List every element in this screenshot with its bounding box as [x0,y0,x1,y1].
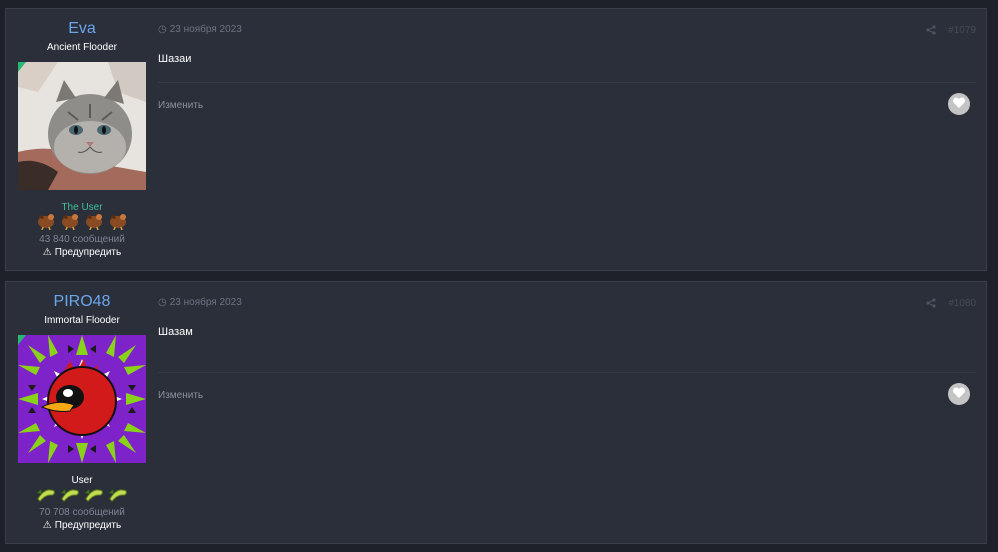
post-date-label: 23 ноября 2023 [169,24,242,35]
clock-icon: ◷ [158,24,167,35]
cucumber-icon [83,485,105,503]
like-button[interactable] [948,383,970,405]
post-1080: PIRO48 Immortal Flooder User 70 708 сооб… [5,281,987,544]
post-text: Шазам [158,326,193,338]
author-name[interactable]: Eva [6,20,158,38]
warn-button[interactable]: ⚠ Предупредить [6,520,158,531]
author-title: Immortal Flooder [44,315,120,326]
heart-icon [952,96,966,112]
post-text: Шазаи [158,53,192,65]
heart-icon [952,386,966,402]
like-button[interactable] [948,93,970,115]
edit-button[interactable]: Изменить [158,390,203,401]
turkey-icon [35,212,57,231]
clock-icon: ◷ [158,297,167,308]
cucumber-icon [59,485,81,503]
warn-label: Предупредить [54,520,122,531]
avatar[interactable] [18,62,146,190]
warn-label: Предупредить [54,247,122,258]
reputation-pips [6,212,158,231]
reputation-pips [6,485,158,503]
author-panel: PIRO48 Immortal Flooder User 70 708 сооб… [6,282,158,543]
warn-button[interactable]: ⚠ Предупредить [6,247,158,258]
post-number[interactable]: #1079 [948,25,976,36]
share-icon[interactable] [926,298,936,311]
post-date[interactable]: ◷ 23 ноября 2023 [158,297,242,308]
post-date-label: 23 ноября 2023 [169,297,242,308]
divider [158,82,976,83]
author-name[interactable]: PIRO48 [6,293,158,311]
post-date[interactable]: ◷ 23 ноября 2023 [158,24,242,35]
edit-button[interactable]: Изменить [158,100,203,111]
share-icon[interactable] [926,25,936,38]
divider [158,372,976,373]
cucumber-icon [107,485,129,503]
post-number[interactable]: #1080 [948,298,976,309]
post-1079: Eva Ancient Flooder The User 43 840 сооб… [5,8,987,271]
turkey-icon [83,212,105,231]
warning-icon: ⚠ [42,247,52,258]
avatar[interactable] [18,335,146,463]
turkey-icon [59,212,81,231]
message-count[interactable]: 70 708 сообщений [6,507,158,518]
cucumber-icon [35,485,57,503]
post-content: ◷ 23 ноября 2023 #1079 Шазаи Изменить [158,9,986,270]
author-panel: Eva Ancient Flooder The User 43 840 сооб… [6,9,158,270]
post-content: ◷ 23 ноября 2023 #1080 Шазам Изменить [158,282,986,543]
author-title: Ancient Flooder [46,42,118,53]
turkey-icon [107,212,129,231]
message-count[interactable]: 43 840 сообщений [6,234,158,245]
warning-icon: ⚠ [42,520,52,531]
